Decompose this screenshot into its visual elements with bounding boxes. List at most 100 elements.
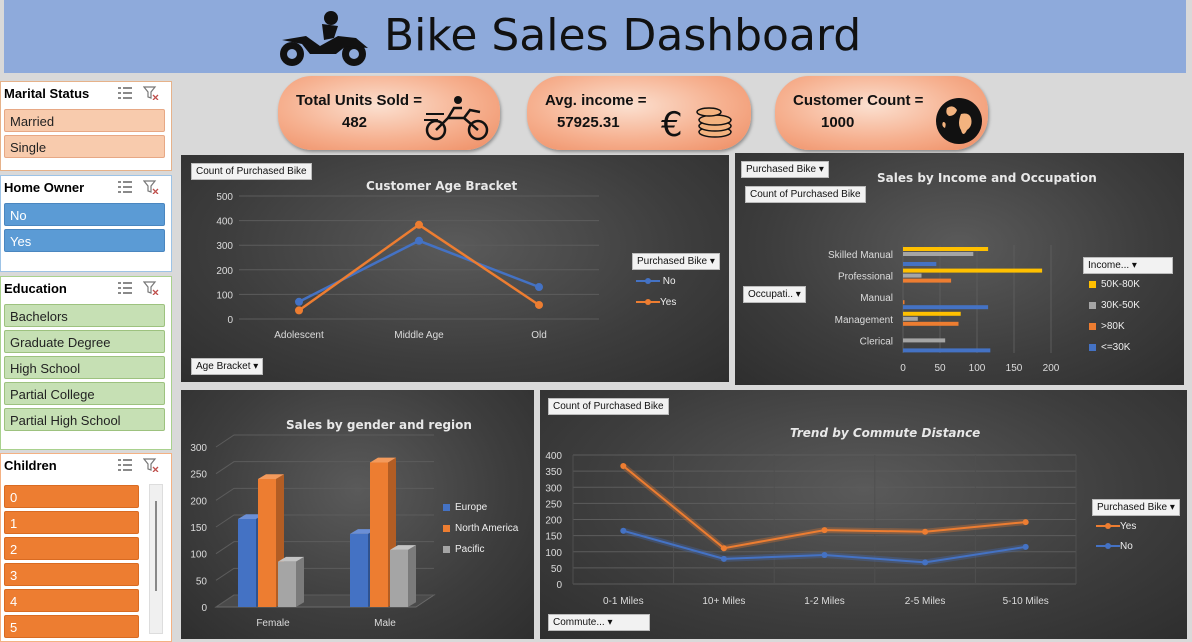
y-tick-label: 300 bbox=[216, 241, 233, 252]
slicer-item-0[interactable]: 0 bbox=[4, 485, 139, 508]
data-point bbox=[415, 220, 423, 229]
y-tick-label: 0 bbox=[556, 580, 562, 591]
value-field-button[interactable]: Count of Purchased Bike bbox=[191, 163, 312, 180]
legend-entry-europe: Europe bbox=[443, 502, 487, 513]
chart-title: Sales by Income and Occupation bbox=[877, 171, 1097, 185]
bar bbox=[903, 273, 922, 278]
bar bbox=[903, 311, 961, 316]
bar bbox=[903, 268, 1043, 273]
slicer-item-3[interactable]: 3 bbox=[4, 563, 139, 586]
data-point bbox=[1022, 519, 1029, 526]
y-category-label: Professional bbox=[838, 272, 893, 283]
kpi-label: Total Units Sold = bbox=[296, 92, 422, 109]
slicer-item-no[interactable]: No bbox=[4, 203, 165, 226]
legend-label: No bbox=[1120, 541, 1133, 552]
chart-title: Sales by gender and region bbox=[286, 418, 472, 432]
kpi-total-units: Total Units Sold = 482 bbox=[278, 76, 500, 150]
axis-field-button[interactable]: Commute... bbox=[548, 614, 650, 631]
scrollbar-thumb[interactable] bbox=[155, 501, 157, 591]
slicer-title: Marital Status bbox=[4, 86, 90, 101]
y-category-label: Skilled Manual bbox=[828, 250, 893, 261]
y-category-label: Manual bbox=[860, 293, 893, 304]
slicer-item-partial-high-school[interactable]: Partial High School bbox=[4, 408, 165, 431]
slicer-item-2[interactable]: 2 bbox=[4, 537, 139, 560]
bar bbox=[903, 348, 991, 353]
slicer-item-graduate-degree[interactable]: Graduate Degree bbox=[4, 330, 165, 353]
x-tick-label: 100 bbox=[969, 363, 986, 374]
chart-title: Customer Age Bracket bbox=[366, 179, 518, 193]
kpi-avg-income: Avg. income = 57925.31 € bbox=[527, 76, 751, 150]
x-tick-label: Adolescent bbox=[274, 330, 324, 341]
slicer-marital-status: Marital Status Married Single bbox=[0, 81, 172, 171]
bar bbox=[370, 462, 388, 607]
multi-select-icon[interactable] bbox=[117, 458, 133, 472]
x-tick-label: 150 bbox=[1006, 363, 1023, 374]
axis-field-button[interactable]: Occupati.. bbox=[743, 286, 806, 303]
slicer-item-partial-college[interactable]: Partial College bbox=[4, 382, 165, 405]
data-point bbox=[415, 236, 423, 245]
globe-icon bbox=[936, 98, 982, 144]
slicer-title: Children bbox=[4, 458, 57, 473]
clear-filter-icon[interactable] bbox=[143, 86, 159, 100]
value-field-button[interactable]: Count of Purchased Bike bbox=[745, 186, 866, 203]
slicer-item-high-school[interactable]: High School bbox=[4, 356, 165, 379]
y-tick-label: 300 bbox=[190, 443, 207, 454]
legend-label: No bbox=[662, 276, 676, 287]
gender-region-chart: 300 250 200 150 100 50 0 Female Male Sales by ge… bbox=[181, 390, 534, 639]
gridline bbox=[215, 434, 434, 448]
bar bbox=[903, 338, 946, 343]
multi-select-icon[interactable] bbox=[117, 180, 133, 194]
value-field-button[interactable]: Count of Purchased Bike bbox=[548, 398, 669, 415]
slicer-item-married[interactable]: Married bbox=[4, 109, 165, 132]
slicer-item-5[interactable]: 5 bbox=[4, 615, 139, 638]
multi-select-icon[interactable] bbox=[117, 86, 133, 100]
data-point bbox=[535, 283, 543, 292]
data-point bbox=[620, 527, 627, 534]
bar bbox=[903, 252, 974, 256]
legend-label: >80K bbox=[1101, 321, 1125, 332]
legend-field-button[interactable]: Income... bbox=[1083, 257, 1173, 274]
clear-filter-icon[interactable] bbox=[143, 281, 159, 295]
y-tick-label: 150 bbox=[190, 523, 207, 534]
slicer-item-1[interactable]: 1 bbox=[4, 511, 139, 534]
y-tick-label: 200 bbox=[190, 496, 207, 507]
gridline bbox=[215, 461, 434, 475]
bar bbox=[903, 262, 937, 266]
clear-filter-icon[interactable] bbox=[143, 180, 159, 194]
chart-title: Trend by Commute Distance bbox=[790, 426, 981, 440]
legend-label: Pacific bbox=[455, 544, 485, 555]
y-tick-label: 500 bbox=[216, 192, 233, 203]
slicer-item-4[interactable]: 4 bbox=[4, 589, 139, 612]
legend-entry-no: No bbox=[1096, 541, 1133, 552]
y-category-label: Clerical bbox=[860, 336, 893, 347]
y-tick-label: 200 bbox=[545, 516, 562, 527]
legend-label: 30K-50K bbox=[1101, 300, 1140, 311]
legend-field-button[interactable]: Purchased Bike bbox=[632, 253, 720, 270]
kpi-value: 57925.31 bbox=[557, 114, 620, 131]
filter-field-button[interactable]: Purchased Bike bbox=[741, 161, 829, 178]
bar bbox=[903, 247, 989, 251]
bar-side bbox=[296, 556, 304, 607]
bar bbox=[903, 278, 952, 283]
slicer-item-yes[interactable]: Yes bbox=[4, 229, 165, 252]
legend-field-button[interactable]: Purchased Bike bbox=[1092, 499, 1180, 516]
slicer-item-single[interactable]: Single bbox=[4, 135, 165, 158]
x-tick-label: 1-2 Miles bbox=[804, 596, 845, 607]
legend-entry-pacific: Pacific bbox=[443, 544, 484, 555]
slicer-item-bachelors[interactable]: Bachelors bbox=[4, 304, 165, 327]
data-point bbox=[1022, 543, 1029, 550]
axis-field-button[interactable]: Age Bracket bbox=[191, 358, 264, 375]
legend-entry-no: No bbox=[636, 276, 676, 287]
x-tick-label: 0-1 Miles bbox=[603, 596, 644, 607]
motorbike-rider-icon bbox=[280, 11, 368, 66]
clear-filter-icon[interactable] bbox=[143, 458, 159, 472]
legend-entry-over-80k: >80K bbox=[1089, 321, 1125, 332]
slicer-children: Children 0 1 2 3 4 5 bbox=[0, 453, 172, 642]
legend-entry-north-america: North America bbox=[443, 523, 518, 534]
kpi-value: 1000 bbox=[821, 114, 855, 131]
multi-select-icon[interactable] bbox=[117, 281, 133, 295]
x-tick-label: 50 bbox=[934, 363, 946, 374]
y-tick-label: 100 bbox=[190, 550, 207, 561]
y-tick-label: 0 bbox=[201, 603, 207, 614]
slicer-scrollbar[interactable] bbox=[149, 484, 163, 634]
